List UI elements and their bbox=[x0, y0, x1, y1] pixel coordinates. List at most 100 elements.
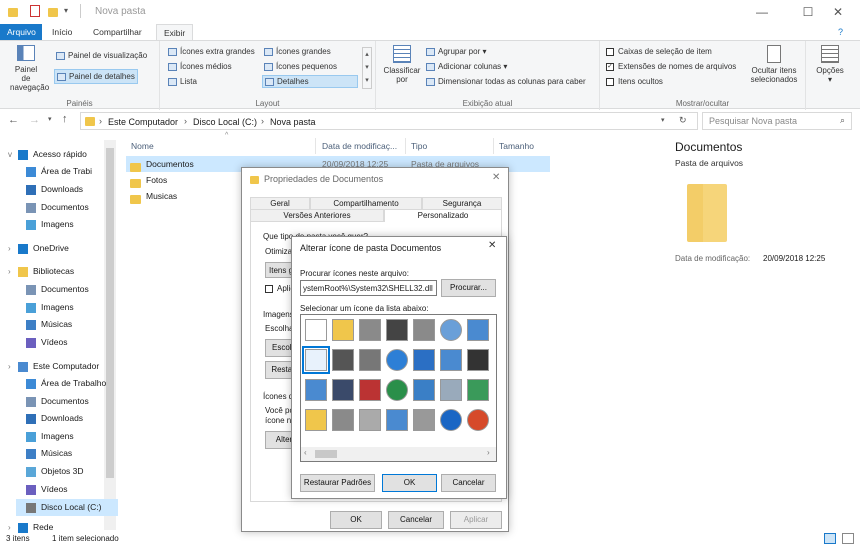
forward-icon[interactable]: → bbox=[29, 114, 40, 126]
apply-subfolders-checkbox[interactable]: Aplic bbox=[265, 284, 294, 293]
nav-scroll-thumb[interactable] bbox=[106, 148, 114, 478]
sidebar-item-imagens[interactable]: Imagens bbox=[26, 428, 74, 445]
hide-selected-button[interactable]: Ocultar itens selecionados bbox=[746, 45, 802, 84]
recent-dropdown-icon[interactable]: ▾ bbox=[48, 115, 52, 123]
sidebar-item-documentos[interactable]: Documentos bbox=[26, 393, 89, 410]
sidebar-item-downloads[interactable]: Downloads bbox=[26, 181, 83, 198]
group-by-button[interactable]: Agrupar por ▾ bbox=[426, 47, 487, 56]
window-icon[interactable] bbox=[305, 379, 327, 401]
customize-qat-icon[interactable]: ▾ bbox=[64, 6, 68, 15]
sidebar-item-rede[interactable]: Rede bbox=[18, 519, 53, 536]
sidebar-item-imagens[interactable]: Imagens bbox=[26, 299, 74, 316]
tab-previous-versions[interactable]: Versões Anteriores bbox=[250, 209, 384, 222]
close-icon[interactable]: ✕ bbox=[492, 172, 500, 183]
blank-doc-icon[interactable] bbox=[305, 319, 327, 341]
nav-scrollbar[interactable] bbox=[104, 140, 116, 530]
sidebar-item-onedrive[interactable]: OneDrive bbox=[18, 240, 69, 257]
sidebar-item-m-sicas[interactable]: Músicas bbox=[26, 316, 72, 333]
drive-icon[interactable] bbox=[413, 319, 435, 341]
fit-columns-button[interactable]: Dimensionar todas as colunas para caber bbox=[426, 77, 586, 86]
tab-customize[interactable]: Personalizado bbox=[384, 209, 502, 222]
sidebar-item-documentos[interactable]: Documentos bbox=[26, 281, 89, 298]
sidebar-item-bibliotecas[interactable]: Bibliotecas bbox=[18, 263, 74, 280]
sidebar-item-v-deos[interactable]: Vídeos bbox=[26, 334, 67, 351]
sidebar-item-v-deos[interactable]: Vídeos bbox=[26, 481, 67, 498]
add-columns-button[interactable]: Adicionar colunas ▾ bbox=[426, 62, 507, 71]
monitor-icon[interactable] bbox=[332, 349, 354, 371]
icon-list[interactable]: ‹ › bbox=[300, 314, 497, 462]
help-icon[interactable]: ? bbox=[838, 27, 843, 37]
cancel-button[interactable]: Cancelar bbox=[441, 474, 496, 492]
column-header-name[interactable]: Nome bbox=[131, 138, 154, 154]
layout-scroll[interactable]: ▴ ▾ ▾ bbox=[362, 47, 372, 89]
sidebar-item-objetos-3d[interactable]: Objetos 3D bbox=[26, 463, 84, 480]
layout-large[interactable]: Ícones grandes bbox=[264, 47, 331, 56]
floppy-icon[interactable] bbox=[332, 379, 354, 401]
sidebar-item--rea-de-trabi[interactable]: Área de Trabi bbox=[26, 163, 92, 180]
nav-pane-button[interactable]: Painel de navegação bbox=[10, 45, 49, 95]
layout-small[interactable]: Ícones pequenos bbox=[264, 62, 337, 71]
ok-button[interactable]: OK bbox=[330, 511, 382, 529]
breadcrumb-drive[interactable]: Disco Local (C:) bbox=[193, 117, 257, 127]
layout-extra-large[interactable]: Ícones extra grandes bbox=[168, 47, 255, 56]
options-button[interactable]: Opções ▾ bbox=[810, 45, 850, 84]
sidebar-item-documentos[interactable]: Documentos bbox=[26, 199, 89, 216]
tab-file[interactable]: Arquivo bbox=[0, 24, 42, 40]
help-icon[interactable] bbox=[440, 409, 462, 431]
icon-path-input[interactable]: ystemRoot%\System32\SHELL32.dll bbox=[300, 280, 437, 296]
window-icon[interactable] bbox=[467, 319, 489, 341]
extensions-toggle[interactable]: ✓ Extensões de nomes de arquivos bbox=[606, 62, 736, 71]
details-pane-button[interactable]: Painel de detalhes bbox=[54, 69, 138, 84]
properties-icon[interactable] bbox=[30, 5, 40, 17]
folder-icon[interactable] bbox=[332, 319, 354, 341]
drive-icon[interactable] bbox=[359, 319, 381, 341]
doc-selected-icon[interactable] bbox=[302, 346, 330, 374]
column-header-type[interactable]: Tipo bbox=[411, 138, 427, 154]
details-view-icon[interactable] bbox=[824, 533, 836, 544]
cube-icon[interactable] bbox=[413, 349, 435, 371]
search-input[interactable]: Pesquisar Nova pasta ⌕ bbox=[702, 112, 852, 130]
column-header-date[interactable]: Data de modificaç... bbox=[322, 138, 397, 154]
grid-icon[interactable] bbox=[413, 409, 435, 431]
hidden-items-toggle[interactable]: Itens ocultos bbox=[606, 77, 663, 86]
drive-x-icon[interactable] bbox=[359, 379, 381, 401]
layout-list[interactable]: Lista bbox=[168, 77, 197, 86]
expand-chevron-icon[interactable]: › bbox=[8, 240, 11, 257]
expand-chevron-icon[interactable]: › bbox=[8, 263, 11, 280]
chip-icon[interactable] bbox=[386, 319, 408, 341]
up-icon[interactable]: ↑ bbox=[62, 113, 68, 125]
net-icon[interactable] bbox=[413, 379, 435, 401]
folder-icon[interactable] bbox=[305, 409, 327, 431]
laptop-icon[interactable] bbox=[386, 409, 408, 431]
apply-button[interactable]: Aplicar bbox=[450, 511, 502, 529]
search-icon[interactable] bbox=[440, 379, 462, 401]
expand-chevron-icon[interactable]: v bbox=[8, 146, 12, 163]
drive-net-icon[interactable] bbox=[359, 349, 381, 371]
globe-icon[interactable] bbox=[386, 349, 408, 371]
refresh-icon[interactable]: ↻ bbox=[679, 115, 687, 126]
scroll-thumb[interactable] bbox=[315, 450, 337, 458]
sidebar-item-disco-local-c-[interactable]: Disco Local (C:) bbox=[16, 499, 118, 516]
breadcrumb-pc[interactable]: Este Computador bbox=[108, 117, 178, 127]
back-icon[interactable]: ← bbox=[8, 114, 19, 126]
preview-pane-button[interactable]: Painel de visualização bbox=[56, 51, 147, 60]
column-header-size[interactable]: Tamanho bbox=[499, 138, 534, 154]
sidebar-item-imagens[interactable]: Imagens bbox=[26, 216, 74, 233]
power-icon[interactable] bbox=[467, 409, 489, 431]
item-checkboxes-toggle[interactable]: Caixas de seleção de item bbox=[606, 47, 712, 56]
recycle-icon[interactable] bbox=[467, 379, 489, 401]
tab-share[interactable]: Compartilhar bbox=[86, 24, 149, 40]
sidebar-item-este-computador[interactable]: Este Computador bbox=[18, 358, 99, 375]
sidebar-item-m-sicas[interactable]: Músicas bbox=[26, 445, 72, 462]
cancel-button[interactable]: Cancelar bbox=[388, 511, 444, 529]
expand-chevron-icon[interactable]: › bbox=[8, 358, 11, 375]
tab-home[interactable]: Início bbox=[45, 24, 79, 40]
breadcrumb-folder[interactable]: Nova pasta bbox=[270, 117, 316, 127]
large-icons-view-icon[interactable] bbox=[842, 533, 854, 544]
globe-cd-icon[interactable] bbox=[440, 319, 462, 341]
cd-icon[interactable] bbox=[359, 409, 381, 431]
browse-button[interactable]: Procurar... bbox=[441, 279, 496, 297]
layout-medium[interactable]: Ícones médios bbox=[168, 62, 232, 71]
tab-view[interactable]: Exibir bbox=[156, 24, 194, 40]
restore-defaults-button[interactable]: Restaurar Padrões bbox=[300, 474, 375, 492]
